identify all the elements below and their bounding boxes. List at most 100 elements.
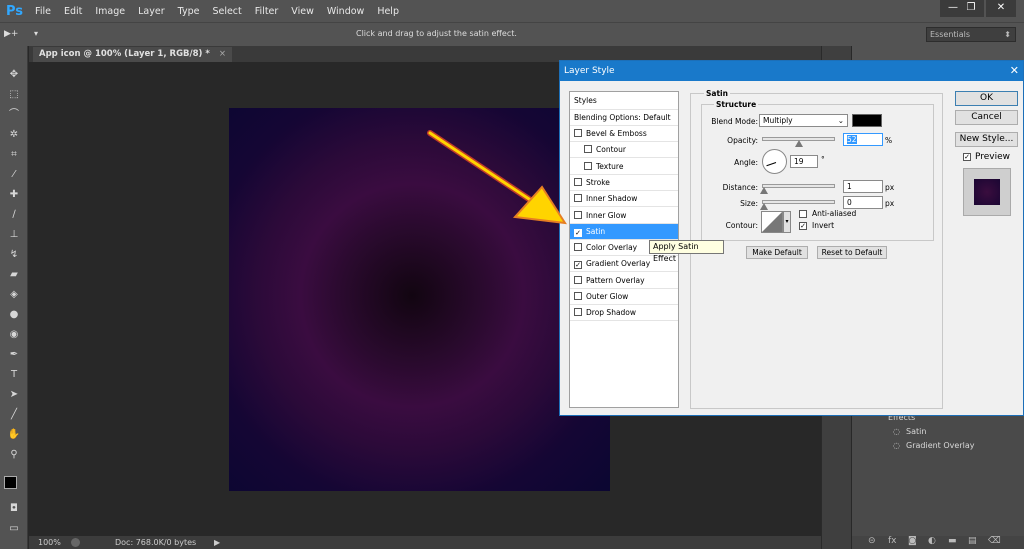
- menu-layer[interactable]: Layer: [138, 6, 165, 17]
- style-item-checkbox[interactable]: [574, 275, 582, 284]
- angle-input[interactable]: 19: [790, 155, 818, 168]
- opacity-input[interactable]: 52: [843, 133, 883, 146]
- marquee-tool-icon[interactable]: ⬚: [6, 88, 22, 102]
- eyedropper-tool-icon[interactable]: ⁄: [6, 168, 22, 182]
- menu-help[interactable]: Help: [377, 6, 399, 17]
- style-item-inner-glow[interactable]: Inner Glow: [570, 208, 678, 224]
- size-slider-thumb[interactable]: [760, 203, 768, 210]
- layers-panel: Effects Satin ◌ Gradient Overlay ◌: [852, 408, 1024, 536]
- style-item-drop-shadow[interactable]: Drop Shadow: [570, 305, 678, 322]
- dodge-tool-icon[interactable]: ◉: [6, 328, 22, 342]
- history-brush-tool-icon[interactable]: ↯: [6, 248, 22, 262]
- close-icon[interactable]: ✕: [1010, 61, 1019, 81]
- style-item-pattern-overlay[interactable]: Pattern Overlay: [570, 273, 678, 289]
- zoom-level[interactable]: 100%: [38, 536, 61, 549]
- eye-icon[interactable]: ◌: [893, 427, 900, 436]
- style-item-bevel-emboss[interactable]: Bevel & Emboss: [570, 126, 678, 142]
- size-slider[interactable]: [762, 200, 835, 204]
- fx-icon[interactable]: fx: [888, 536, 897, 546]
- blur-tool-icon[interactable]: ●: [6, 308, 22, 322]
- menu-filter[interactable]: Filter: [255, 6, 279, 17]
- layer-effect-satin[interactable]: Satin: [906, 427, 926, 436]
- add-mask-icon[interactable]: ◙: [908, 536, 917, 546]
- pen-tool-icon[interactable]: ✒: [6, 348, 22, 362]
- style-item-checkbox[interactable]: [584, 161, 592, 170]
- path-selection-tool-icon[interactable]: ➤: [6, 388, 22, 402]
- menu-file[interactable]: File: [35, 6, 51, 17]
- stamp-tool-icon[interactable]: ⊥: [6, 228, 22, 242]
- hand-tool-icon[interactable]: ✋: [6, 428, 22, 442]
- workspace-select[interactable]: Essentials ⬍: [926, 27, 1016, 42]
- menu-type[interactable]: Type: [178, 6, 200, 17]
- style-item-outer-glow[interactable]: Outer Glow: [570, 289, 678, 305]
- close-window-button[interactable]: ✕: [986, 0, 1016, 17]
- eraser-tool-icon[interactable]: ▰: [6, 268, 22, 282]
- style-item-checkbox[interactable]: [574, 243, 582, 252]
- style-item-checkbox[interactable]: [574, 292, 582, 300]
- document-tab[interactable]: App icon @ 100% (Layer 1, RGB/8) * ×: [33, 47, 232, 62]
- menu-image[interactable]: Image: [95, 6, 125, 17]
- dialog-titlebar[interactable]: Layer Style ✕: [560, 61, 1023, 81]
- ok-button[interactable]: OK: [955, 91, 1018, 106]
- make-default-button[interactable]: Make Default: [746, 246, 808, 259]
- screen-mode-icon[interactable]: ▭: [6, 522, 22, 536]
- cancel-button[interactable]: Cancel: [955, 110, 1018, 125]
- type-tool-icon[interactable]: T: [6, 368, 22, 382]
- style-item-contour[interactable]: Contour: [570, 142, 678, 159]
- restore-button[interactable]: ❐: [958, 0, 984, 17]
- distance-slider-thumb[interactable]: [760, 187, 768, 194]
- style-item-checkbox[interactable]: [584, 145, 592, 154]
- zoom-tool-icon[interactable]: ⚲: [6, 448, 22, 462]
- size-input[interactable]: 0: [843, 196, 883, 209]
- healing-tool-icon[interactable]: ✚: [6, 188, 22, 202]
- blend-color-swatch[interactable]: [852, 114, 882, 127]
- menu-select[interactable]: Select: [212, 6, 241, 17]
- blend-mode-select[interactable]: Multiply ⌄: [759, 114, 848, 127]
- menu-view[interactable]: View: [291, 6, 314, 17]
- paint-bucket-tool-icon[interactable]: ◈: [6, 288, 22, 302]
- styles-header[interactable]: Styles: [570, 92, 678, 110]
- eye-icon[interactable]: ◌: [893, 441, 900, 450]
- trash-icon[interactable]: ⌫: [988, 536, 1001, 546]
- group-icon[interactable]: ▬: [948, 536, 957, 546]
- link-layers-icon[interactable]: ⊝: [868, 536, 876, 546]
- close-icon[interactable]: ×: [219, 49, 226, 59]
- invert-checkbox[interactable]: ✓: [799, 222, 807, 230]
- new-style-button[interactable]: New Style...: [955, 132, 1018, 147]
- chevron-down-icon[interactable]: ▾: [34, 29, 38, 38]
- menu-edit[interactable]: Edit: [64, 6, 82, 17]
- layer-effect-gradient-overlay[interactable]: Gradient Overlay: [906, 441, 974, 450]
- contour-preview[interactable]: [761, 211, 783, 233]
- lasso-tool-icon[interactable]: ⌒: [6, 108, 22, 122]
- move-tool-preset-icon[interactable]: ▶+: [4, 29, 18, 39]
- quick-mask-icon[interactable]: ◘: [6, 502, 22, 516]
- preview-checkbox[interactable]: ✓: [963, 153, 971, 161]
- distance-input[interactable]: 1: [843, 180, 883, 193]
- reset-to-default-button[interactable]: Reset to Default: [817, 246, 887, 259]
- preview-label[interactable]: Preview: [975, 152, 1010, 162]
- style-item-checkbox[interactable]: [574, 308, 582, 317]
- style-item-stroke[interactable]: Stroke: [570, 175, 678, 191]
- magic-wand-tool-icon[interactable]: ✲: [6, 128, 22, 142]
- new-layer-icon[interactable]: ▤: [968, 536, 977, 546]
- style-item-satin[interactable]: ✓ Satin: [570, 223, 678, 240]
- crop-tool-icon[interactable]: ⌗: [6, 148, 22, 162]
- blending-options-item[interactable]: Blending Options: Default: [570, 110, 678, 126]
- angle-dial[interactable]: [762, 149, 787, 174]
- anti-aliased-label[interactable]: Anti-aliased: [812, 209, 856, 218]
- style-item-checkbox[interactable]: ✓: [574, 261, 582, 270]
- invert-label[interactable]: Invert: [812, 221, 834, 230]
- foreground-color-swatch[interactable]: [4, 476, 17, 489]
- status-menu-arrow-icon[interactable]: ▶: [214, 536, 220, 549]
- brush-tool-icon[interactable]: ∕: [6, 208, 22, 222]
- line-tool-icon[interactable]: ╱: [6, 408, 22, 422]
- anti-aliased-checkbox[interactable]: [799, 210, 807, 218]
- style-item-texture[interactable]: Texture: [570, 159, 678, 175]
- opacity-slider-thumb[interactable]: [795, 140, 803, 147]
- move-tool-icon[interactable]: ✥: [6, 68, 22, 82]
- distance-slider[interactable]: [762, 184, 835, 188]
- menu-window[interactable]: Window: [327, 6, 364, 17]
- style-item-inner-shadow[interactable]: Inner Shadow: [570, 191, 678, 208]
- chevron-down-icon[interactable]: ▾: [783, 211, 791, 233]
- adjustment-layer-icon[interactable]: ◐: [928, 536, 936, 546]
